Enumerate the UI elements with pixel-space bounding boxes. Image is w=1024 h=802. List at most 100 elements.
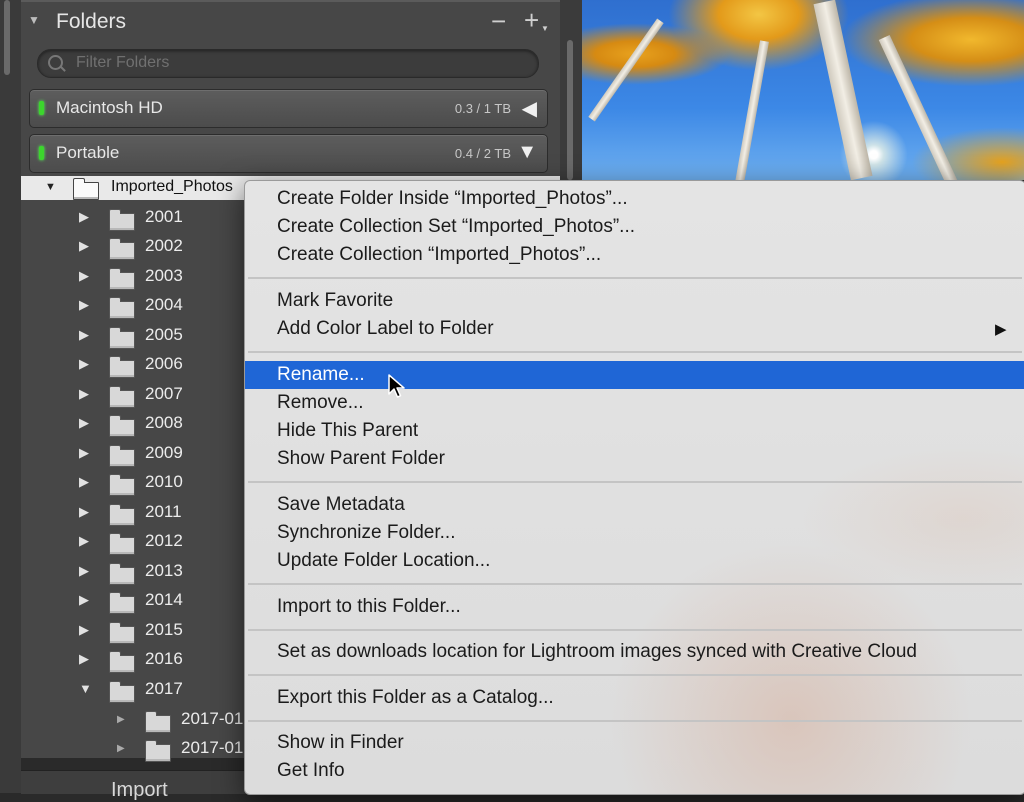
collapsed-triangle-icon[interactable]: ▶ <box>79 563 89 579</box>
menu-item-update-folder-location[interactable]: Update Folder Location... <box>277 550 490 572</box>
menu-item-import-to-folder[interactable]: Import to this Folder... <box>277 596 461 618</box>
left-scrollbar[interactable] <box>4 0 10 75</box>
submenu-arrow-icon: ▶ <box>995 321 1007 338</box>
filter-placeholder: Filter Folders <box>76 54 170 71</box>
folder-label: 2013 <box>145 561 183 580</box>
folder-icon <box>109 504 135 526</box>
menu-item-create-collection[interactable]: Create Collection “Imported_Photos”... <box>277 244 601 266</box>
menu-item-save-metadata[interactable]: Save Metadata <box>277 494 405 516</box>
folder-label: 2011 <box>145 502 182 521</box>
menu-item-rename[interactable]: Rename... <box>277 364 365 386</box>
volume-size: 0.3 / 1 TB <box>454 101 511 116</box>
left-edge-panel <box>0 0 21 793</box>
folders-header[interactable]: ▼ Folders − + ▼ <box>21 4 560 40</box>
collapsed-triangle-icon[interactable]: ▶ <box>117 714 125 725</box>
menu-separator <box>248 720 1022 722</box>
expanded-triangle-icon[interactable]: ▼ <box>45 181 56 193</box>
volume-expand-icon[interactable]: ◀ <box>522 96 537 121</box>
folder-label: 2001 <box>145 207 183 226</box>
folder-label: 2012 <box>145 531 183 550</box>
photo-tree-trunk <box>588 18 664 122</box>
menu-item-create-collection-set[interactable]: Create Collection Set “Imported_Photos”.… <box>277 216 635 238</box>
folder-label: 2016 <box>145 649 183 668</box>
photo-tree-trunk <box>878 34 958 180</box>
menu-item-show-in-finder[interactable]: Show in Finder <box>277 732 404 754</box>
volume-size: 0.4 / 2 TB <box>454 146 511 161</box>
menu-separator <box>248 629 1022 631</box>
collapsed-triangle-icon[interactable]: ▶ <box>79 327 89 343</box>
collapsed-triangle-icon[interactable]: ▶ <box>79 209 89 225</box>
folder-icon <box>109 356 135 378</box>
volume-name: Portable <box>56 143 120 162</box>
collapsed-triangle-icon[interactable]: ▶ <box>79 651 89 667</box>
import-button-label: Import <box>111 779 168 801</box>
folder-icon <box>109 651 135 673</box>
folder-label: 2017-01- <box>181 709 250 728</box>
menu-item-create-folder-inside[interactable]: Create Folder Inside “Imported_Photos”..… <box>277 188 628 210</box>
menu-item-set-downloads-location[interactable]: Set as downloads location for Lightroom … <box>277 641 917 663</box>
collapsed-triangle-icon[interactable]: ▶ <box>79 592 89 608</box>
menu-item-hide-this-parent[interactable]: Hide This Parent <box>277 420 418 442</box>
collapsed-triangle-icon[interactable]: ▶ <box>79 474 89 490</box>
menu-item-mark-favorite[interactable]: Mark Favorite <box>277 290 393 312</box>
folder-label: Imported_Photos <box>111 178 233 195</box>
add-folder-button[interactable]: + <box>524 5 539 36</box>
folder-label: 2015 <box>145 620 183 639</box>
folder-icon <box>109 297 135 319</box>
folder-icon <box>145 711 171 733</box>
menu-item-add-color-label[interactable]: Add Color Label to Folder <box>277 318 494 340</box>
collapsed-triangle-icon[interactable]: ▶ <box>79 504 89 520</box>
folder-label: 2014 <box>145 590 183 609</box>
collapsed-triangle-icon[interactable]: ▶ <box>79 297 89 313</box>
folder-label: 2009 <box>145 443 183 462</box>
folder-label: 2004 <box>145 295 183 314</box>
folder-icon <box>109 386 135 408</box>
photo-preview[interactable] <box>582 0 1024 180</box>
collapsed-triangle-icon[interactable]: ▶ <box>79 445 89 461</box>
collapsed-triangle-icon[interactable]: ▶ <box>79 622 89 638</box>
panel-top-trim <box>21 0 581 2</box>
menu-item-get-info[interactable]: Get Info <box>277 760 345 782</box>
collapsed-triangle-icon[interactable]: ▶ <box>79 386 89 402</box>
volume-portable[interactable]: Portable 0.4 / 2 TB ▼ <box>29 134 548 173</box>
expanded-triangle-icon[interactable]: ▼ <box>79 681 92 696</box>
panel-title: Folders <box>56 10 127 33</box>
collapsed-triangle-icon[interactable]: ▶ <box>79 533 89 549</box>
collapsed-triangle-icon[interactable]: ▶ <box>79 415 89 431</box>
folder-icon <box>109 474 135 496</box>
collapsed-triangle-icon[interactable]: ▶ <box>79 356 89 372</box>
collapse-triangle-icon[interactable]: ▼ <box>28 13 40 27</box>
folder-label: 2003 <box>145 266 183 285</box>
folder-icon <box>109 445 135 467</box>
collapsed-triangle-icon[interactable]: ▶ <box>79 238 89 254</box>
collapsed-triangle-icon[interactable]: ▶ <box>79 268 89 284</box>
folder-icon <box>109 622 135 644</box>
menu-item-export-as-catalog[interactable]: Export this Folder as a Catalog... <box>277 687 554 709</box>
menu-item-synchronize-folder[interactable]: Synchronize Folder... <box>277 522 455 544</box>
folder-icon <box>109 268 135 290</box>
remove-folder-button[interactable]: − <box>491 6 506 37</box>
folder-icon <box>109 563 135 585</box>
photo-tree-trunk <box>813 0 873 180</box>
folder-icon <box>109 238 135 260</box>
add-dropdown-icon[interactable]: ▼ <box>541 24 549 33</box>
volume-status-icon <box>39 146 44 160</box>
folder-label: 2010 <box>145 472 183 491</box>
menu-separator <box>248 351 1022 353</box>
menu-item-remove[interactable]: Remove... <box>277 392 364 414</box>
filter-folders-input[interactable]: Filter Folders <box>37 49 539 78</box>
folder-label: 2002 <box>145 236 183 255</box>
volume-macintosh-hd[interactable]: Macintosh HD 0.3 / 1 TB ◀ <box>29 89 548 128</box>
photo-tree-trunk <box>734 40 769 180</box>
collapsed-triangle-icon[interactable]: ▶ <box>117 743 125 754</box>
menu-item-show-parent-folder[interactable]: Show Parent Folder <box>277 448 445 470</box>
folder-label: 2006 <box>145 354 183 373</box>
panel-scrollbar[interactable] <box>567 40 573 180</box>
mouse-pointer-icon <box>388 374 405 398</box>
volume-expand-icon[interactable]: ▼ <box>517 141 537 164</box>
folder-icon <box>145 740 171 762</box>
menu-separator <box>248 277 1022 279</box>
folder-icon <box>109 533 135 555</box>
folder-label: 2005 <box>145 325 183 344</box>
volume-name: Macintosh HD <box>56 98 163 117</box>
